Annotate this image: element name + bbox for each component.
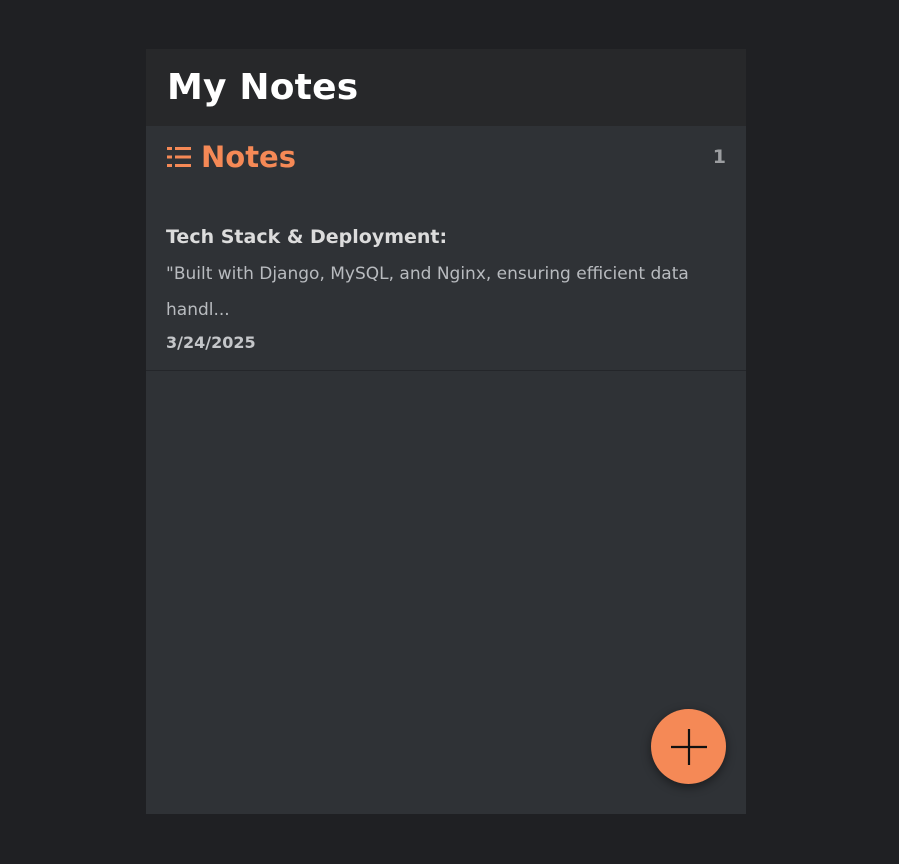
plus-icon	[670, 728, 707, 765]
notes-heading: Notes	[201, 140, 296, 174]
notes-count-badge: 1	[712, 146, 726, 168]
list-icon	[167, 147, 191, 167]
note-date: 3/24/2025	[166, 333, 256, 352]
notes-heading-group: Notes	[167, 140, 296, 174]
note-list-item[interactable]: Tech Stack & Deployment: "Built with Dja…	[146, 188, 746, 371]
note-preview: "Built with Django, MySQL, and Nginx, en…	[166, 264, 689, 320]
notes-list: Tech Stack & Deployment: "Built with Dja…	[146, 188, 746, 371]
app-header: My Notes	[146, 49, 746, 126]
notes-section-header: Notes 1	[146, 126, 746, 188]
note-title: Tech Stack & Deployment:	[166, 226, 448, 248]
page-title: My Notes	[167, 67, 359, 108]
notes-app: My Notes Notes 1 Tech Stack & Deployment…	[146, 49, 746, 814]
add-note-button[interactable]	[651, 709, 726, 784]
